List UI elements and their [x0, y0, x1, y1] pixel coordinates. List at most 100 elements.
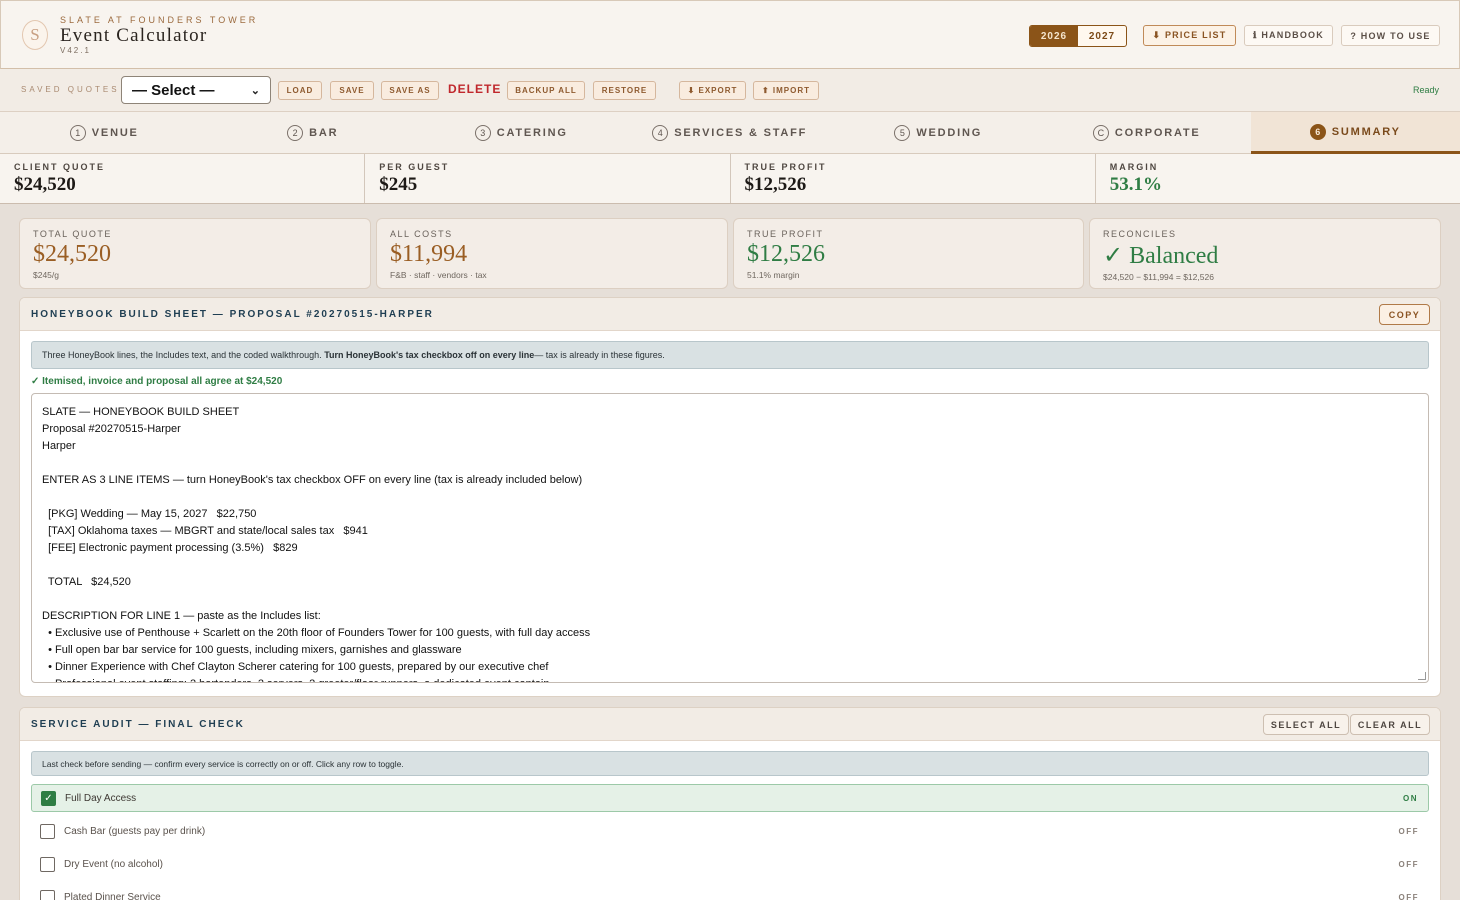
card-value: $11,994	[390, 241, 468, 267]
resize-handle[interactable]	[1418, 672, 1426, 680]
panel-header: SERVICE AUDIT — FINAL CHECK SELECT ALL C…	[20, 708, 1440, 741]
saved-quotes-toolbar: SAVED QUOTES — Select — ⌄ LOAD SAVE SAVE…	[0, 69, 1460, 112]
card-subtext: $24,520 − $11,994 = $12,526	[1103, 272, 1214, 282]
note-emphasis: Turn HoneyBook's tax checkbox off on eve…	[324, 350, 535, 360]
audit-label: Plated Dinner Service	[64, 891, 161, 900]
build-sheet-line: Harper	[42, 440, 76, 452]
stat-value: 53.1%	[1109, 174, 1162, 195]
restore-button[interactable]: RESTORE	[593, 81, 656, 100]
tab-number: 6	[1309, 123, 1326, 140]
tab-venue[interactable]: 1 VENUE	[0, 112, 209, 154]
audit-state: OFF	[1398, 826, 1419, 836]
summary-stat-strip: CLIENT QUOTE $24,520 PER GUEST $245 TRUE…	[0, 154, 1460, 204]
logo-letter: S	[30, 25, 40, 44]
card-true-profit: TRUE PROFIT $12,526 51.1% margin	[733, 218, 1084, 289]
year-2026-option[interactable]: 2026	[1030, 26, 1078, 46]
build-sheet-line: • Exclusive use of Penthouse + Scarlett …	[42, 627, 591, 639]
audit-state: ON	[1403, 793, 1418, 803]
honeybook-build-sheet-panel: HONEYBOOK BUILD SHEET — PROPOSAL #202705…	[19, 297, 1441, 697]
tab-wedding[interactable]: 5 WEDDING	[834, 112, 1043, 154]
import-button[interactable]: ⬆ IMPORT	[753, 81, 819, 100]
card-all-costs: ALL COSTS $11,994 F&B · staff · vendors …	[376, 218, 728, 289]
year-2027-option[interactable]: 2027	[1078, 26, 1126, 46]
card-value: $24,520	[33, 241, 111, 267]
tab-number: 3	[474, 125, 491, 141]
app-version: V42.1	[60, 46, 91, 55]
build-sheet-line: [FEE] Electronic payment processing (3.5…	[42, 542, 298, 554]
tab-summary[interactable]: 6 SUMMARY	[1251, 112, 1460, 154]
build-sheet-line: • Dinner Experience with Chef Clayton Sc…	[42, 661, 549, 673]
stat-client-quote: CLIENT QUOTE $24,520	[0, 154, 366, 203]
audit-note: Last check before sending — confirm ever…	[31, 751, 1429, 776]
audit-state: OFF	[1398, 859, 1419, 869]
build-sheet-line: • Full open bar bar service for 100 gues…	[42, 644, 462, 656]
stat-true-profit: TRUE PROFIT $12,526	[731, 154, 1096, 203]
audit-label: Full Day Access	[65, 792, 137, 804]
stat-margin: MARGIN 53.1%	[1096, 154, 1460, 203]
tab-number: 1	[69, 125, 86, 141]
section-tabs: 1 VENUE 2 BAR 3 CATERING 4 SERVICES & STAFF …	[0, 112, 1460, 154]
build-sheet-line: [TAX] Oklahoma taxes — MBGRT and state/l…	[42, 525, 368, 537]
checkbox[interactable]: ✓	[41, 790, 56, 806]
copy-button[interactable]: COPY	[1379, 304, 1430, 325]
delete-button[interactable]: DELETE	[448, 82, 501, 96]
stat-per-guest: PER GUEST $245	[365, 154, 731, 203]
logo: S	[22, 20, 48, 50]
build-sheet-line: ENTER AS 3 LINE ITEMS — turn HoneyBook's…	[42, 474, 583, 486]
backup-all-button[interactable]: BACKUP ALL	[507, 81, 585, 100]
checkbox[interactable]	[40, 889, 55, 900]
year-toggle[interactable]: 2026 2027	[1029, 25, 1127, 47]
load-button[interactable]: LOAD	[278, 81, 322, 100]
tab-corporate[interactable]: C CORPORATE	[1043, 112, 1252, 154]
build-sheet-note: Three HoneyBook lines, the Includes text…	[31, 341, 1429, 369]
save-as-button[interactable]: SAVE AS	[381, 81, 439, 100]
audit-label: Dry Event (no alcohol)	[64, 858, 163, 870]
checkbox[interactable]	[40, 823, 55, 839]
saved-quotes-label: SAVED QUOTES	[21, 85, 120, 94]
audit-row-cash-bar[interactable]: Cash Bar (guests pay per drink) OFF	[31, 817, 1429, 845]
how-to-use-button[interactable]: ? HOW TO USE	[1341, 25, 1440, 46]
tab-number: C	[1092, 125, 1109, 141]
build-sheet-line: DESCRIPTION FOR LINE 1 — paste as the In…	[42, 610, 321, 622]
select-all-button[interactable]: SELECT ALL	[1263, 714, 1349, 735]
audit-row-full-day-access[interactable]: ✓ Full Day Access ON	[31, 784, 1429, 812]
build-sheet-line: [PKG] Wedding — May 15, 2027 $22,750	[42, 508, 257, 520]
audit-row-plated-dinner[interactable]: Plated Dinner Service OFF	[31, 883, 1429, 900]
tab-label: SERVICES & STAFF	[674, 127, 808, 139]
audit-state: OFF	[1398, 892, 1419, 900]
clear-all-button[interactable]: CLEAR ALL	[1350, 714, 1430, 735]
app-title: Event Calculator	[60, 25, 208, 46]
stat-value: $24,520	[14, 174, 76, 195]
build-sheet-line: TOTAL $24,520	[42, 576, 131, 588]
card-label: TRUE PROFIT	[747, 229, 824, 239]
card-subtext: F&B · staff · vendors · tax	[390, 270, 487, 280]
card-label: ALL COSTS	[390, 229, 453, 239]
card-subtext: $245/g	[33, 270, 59, 280]
handbook-button[interactable]: ℹ HANDBOOK	[1244, 25, 1333, 46]
card-label: RECONCILES	[1103, 229, 1177, 239]
save-button[interactable]: SAVE	[330, 81, 374, 100]
audit-row-dry-event[interactable]: Dry Event (no alcohol) OFF	[31, 850, 1429, 878]
tab-number: 5	[894, 125, 911, 141]
build-sheet-line: Proposal #20270515-Harper	[42, 423, 181, 435]
stat-label: PER GUEST	[379, 162, 450, 172]
tab-catering[interactable]: 3 CATERING	[417, 112, 626, 154]
export-button[interactable]: ⬇ EXPORT	[679, 81, 746, 100]
note-text-suffix: — tax is already in these figures.	[534, 350, 665, 360]
audit-label: Cash Bar (guests pay per drink)	[64, 825, 206, 837]
select-value: — Select —	[132, 81, 215, 99]
price-list-button[interactable]: ⬇ PRICE LIST	[1143, 25, 1236, 46]
tab-label: VENUE	[91, 127, 139, 139]
tab-bar[interactable]: 2 BAR	[209, 112, 418, 154]
tab-services-staff[interactable]: 4 SERVICES & STAFF	[626, 112, 835, 154]
service-audit-panel: SERVICE AUDIT — FINAL CHECK SELECT ALL C…	[19, 707, 1441, 900]
reconcile-status: ✓ Itemised, invoice and proposal all agr…	[31, 376, 283, 387]
build-sheet-textarea[interactable]: SLATE — HONEYBOOK BUILD SHEET Proposal #2…	[31, 393, 1429, 683]
saved-quote-select[interactable]: — Select — ⌄	[121, 76, 271, 104]
tab-label: BAR	[309, 127, 339, 139]
checkbox[interactable]	[40, 856, 55, 872]
tab-number: 4	[652, 125, 669, 141]
tab-label: CORPORATE	[1114, 127, 1201, 139]
card-subtext: 51.1% margin	[747, 270, 800, 280]
card-label: TOTAL QUOTE	[33, 229, 112, 239]
